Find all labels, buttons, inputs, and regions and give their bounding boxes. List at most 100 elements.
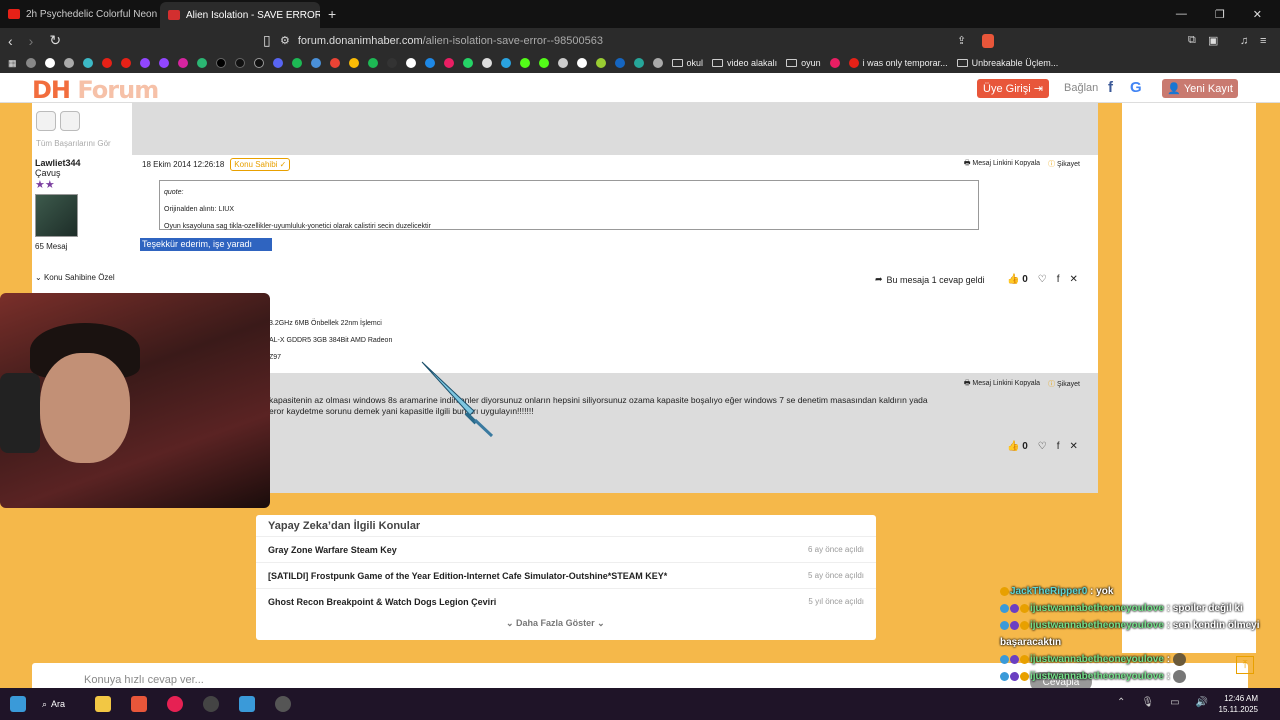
bookmark-site-icon[interactable]	[310, 58, 321, 68]
bookmark-discord-icon[interactable]	[272, 58, 283, 68]
bookmark-youtube-icon[interactable]	[120, 58, 131, 68]
site-info-icon[interactable]: ⚙	[280, 34, 290, 47]
close-window-icon[interactable]: ✕	[1253, 8, 1262, 21]
heart-icon[interactable]: ♡	[1038, 274, 1047, 285]
bookmark-whatsapp-icon[interactable]	[462, 58, 473, 68]
url-field[interactable]: ⚙ forum.donanimhaber.com/alien-isolation…	[280, 31, 1000, 50]
steam-icon[interactable]	[275, 696, 292, 712]
extensions-icon[interactable]: ⧉	[1188, 34, 1196, 47]
brave-browser-icon[interactable]	[131, 696, 148, 712]
show-more-button[interactable]: ⌄ Daha Fazla Göster ⌄	[506, 618, 605, 629]
new-tab-button[interactable]: +	[320, 6, 344, 22]
bookmark-site-icon[interactable]	[481, 58, 492, 68]
facebook-share-icon[interactable]: f	[1057, 274, 1060, 285]
bookmark-site-icon[interactable]	[386, 58, 397, 68]
bookmark-site-icon[interactable]	[576, 58, 587, 68]
site-logo[interactable]: DH Forum	[32, 76, 159, 104]
apps-icon[interactable]: ▦	[8, 58, 17, 69]
bookmark-telegram-icon[interactable]	[500, 58, 511, 68]
display-icon[interactable]: ▭	[1170, 697, 1179, 708]
browser-tab-1[interactable]: 2h Psychedelic Colorful Neon Backgr ✕	[0, 1, 160, 27]
bookmark-site-icon[interactable]	[424, 58, 435, 68]
bookmark-site-icon[interactable]	[652, 58, 663, 68]
maximize-icon[interactable]: ❐	[1215, 8, 1225, 21]
bookmark-site-icon[interactable]	[614, 58, 625, 68]
bookmark-site-icon[interactable]	[595, 58, 606, 68]
bookmark-github-icon[interactable]	[405, 58, 416, 68]
bookmark-chrome-icon[interactable]	[63, 58, 74, 68]
bookmark-spotify-icon[interactable]	[367, 58, 378, 68]
bookmark-site-icon[interactable]	[82, 58, 93, 68]
author-message-count[interactable]: 65 Mesaj	[35, 242, 67, 251]
login-button[interactable]: Üye Girişi ⇥	[977, 79, 1049, 98]
media-player-icon[interactable]	[167, 696, 184, 712]
facebook-share-icon[interactable]: f	[1057, 441, 1060, 452]
x-share-icon[interactable]: ✕	[1070, 441, 1078, 452]
heart-icon[interactable]: ♡	[1038, 441, 1047, 452]
topic-title[interactable]: [SATILDI] Frostpunk Game of the Year Edi…	[268, 571, 667, 581]
avatar[interactable]	[35, 194, 78, 237]
bookmark-kick-icon[interactable]	[538, 58, 549, 68]
volume-icon[interactable]: 🔊	[1196, 697, 1208, 708]
minimize-icon[interactable]: —	[1176, 8, 1187, 21]
bookmark-video[interactable]: i was only temporar...	[848, 58, 948, 68]
bookmark-history-icon[interactable]	[25, 58, 36, 68]
list-item[interactable]: [SATILDI] Frostpunk Game of the Year Edi…	[256, 562, 876, 588]
google-icon[interactable]: G	[1130, 79, 1146, 97]
back-icon[interactable]: ‹	[0, 33, 21, 49]
facebook-icon[interactable]: f	[1108, 79, 1113, 96]
windows-start-icon[interactable]	[10, 696, 26, 712]
wallet-icon[interactable]: ▣	[1208, 34, 1218, 47]
browser-tab-2[interactable]: Alien Isolation - SAVE ERROR | D ✕	[160, 2, 320, 28]
reload-icon[interactable]: ↻	[41, 32, 69, 49]
bookmark-kick-icon[interactable]	[519, 58, 530, 68]
bookmark-x-icon[interactable]	[215, 58, 226, 68]
achievement-badge-icon[interactable]	[36, 111, 56, 131]
bookmark-site-icon[interactable]	[633, 58, 644, 68]
topic-title[interactable]: Gray Zone Warfare Steam Key	[268, 545, 397, 555]
bookmark-twitch-icon[interactable]	[158, 58, 169, 68]
author-username[interactable]: Lawliet344	[35, 158, 81, 168]
bookmark-google-icon[interactable]	[44, 58, 55, 68]
report-button[interactable]: ⓘ Şikayet	[1048, 159, 1080, 170]
copy-link-button[interactable]: 🖶 Mesaj Linkini Kopyala	[964, 159, 1040, 170]
tray-chevron-icon[interactable]: ⌃	[1117, 697, 1125, 708]
bookmark-folder-okul[interactable]: okul	[671, 58, 703, 68]
bookmark-youtube-icon[interactable]	[101, 58, 112, 68]
achievement-badge-icon[interactable]	[60, 111, 80, 131]
bookmark-site-icon[interactable]	[196, 58, 207, 68]
file-explorer-icon[interactable]	[95, 696, 112, 712]
bookmark-site-icon[interactable]	[557, 58, 568, 68]
register-button[interactable]: 👤 Yeni Kayıt	[1162, 79, 1238, 98]
bookmark-drive-icon[interactable]	[348, 58, 359, 68]
bookmark-icon[interactable]: ▯	[255, 32, 279, 49]
list-item[interactable]: Ghost Recon Breakpoint & Watch Dogs Legi…	[256, 588, 876, 614]
forward-icon[interactable]: ›	[21, 33, 42, 49]
bookmark-gmail-icon[interactable]	[329, 58, 340, 68]
bookmark-site-icon[interactable]	[443, 58, 454, 68]
media-icon[interactable]: ♫	[1240, 35, 1248, 47]
bookmark-site-icon[interactable]	[291, 58, 302, 68]
taskbar-search[interactable]: ⌕ Ara	[36, 699, 71, 710]
bookmark-tiktok-icon[interactable]	[253, 58, 264, 68]
list-item[interactable]: Gray Zone Warfare Steam Key 6 ay önce aç…	[256, 536, 876, 562]
like-button[interactable]: 👍 0	[1007, 274, 1028, 285]
all-achievements-link[interactable]: Tüm Başarılarını Gör	[36, 139, 111, 148]
like-button[interactable]: 👍 0	[1007, 441, 1028, 452]
reply-count-link[interactable]: ➦ Bu mesaja 1 cevap geldi	[875, 274, 985, 285]
bookmark-folder-video[interactable]: video alakalı	[712, 58, 777, 68]
owner-special-toggle[interactable]: ⌄ Konu Sahibine Özel	[35, 273, 115, 282]
share-icon[interactable]: ⇪	[957, 34, 966, 47]
brave-shield-icon[interactable]	[982, 33, 994, 48]
taskbar-clock[interactable]: 12:46 AM 15.11.2025	[1219, 693, 1258, 715]
bookmark-tiktok-icon[interactable]	[234, 58, 245, 68]
topic-title[interactable]: Ghost Recon Breakpoint & Watch Dogs Legi…	[268, 597, 496, 607]
photos-icon[interactable]	[239, 696, 256, 712]
x-share-icon[interactable]: ✕	[1070, 274, 1078, 285]
bookmark-twitch-icon[interactable]	[139, 58, 150, 68]
menu-icon[interactable]: ≡	[1260, 35, 1266, 47]
mic-icon[interactable]: 🎙	[1141, 697, 1154, 708]
bookmark-instagram-icon[interactable]	[177, 58, 188, 68]
obs-icon[interactable]	[203, 696, 220, 712]
bookmark-site-icon[interactable]	[829, 58, 840, 68]
